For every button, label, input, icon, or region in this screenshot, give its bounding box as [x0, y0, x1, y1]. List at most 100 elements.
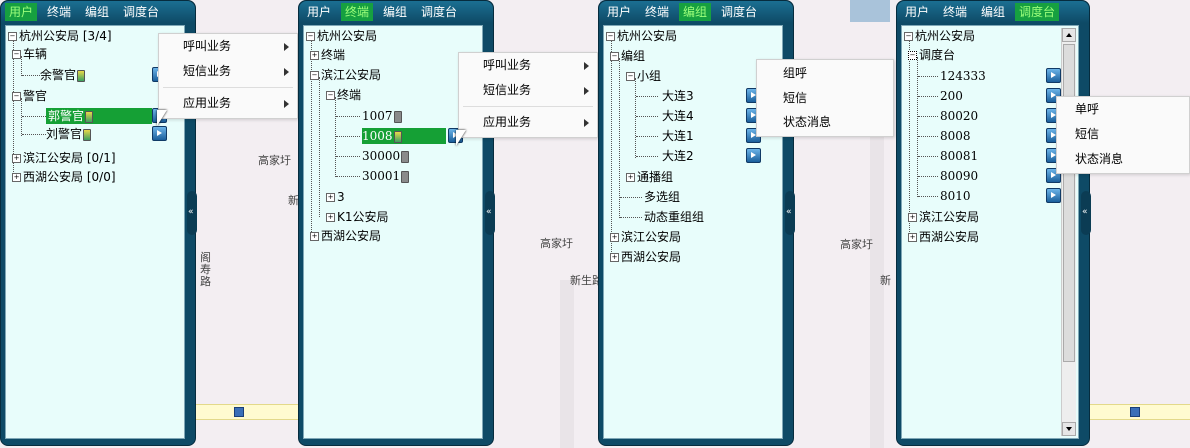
device-icon	[393, 110, 402, 123]
tab-terminal[interactable]: 终端	[43, 3, 75, 21]
tree-node-xihu[interactable]: + 西湖公安局 [0/0]	[12, 169, 116, 185]
panel-collapse-handle[interactable]: «	[1081, 191, 1091, 235]
scroll-up-button[interactable]	[1062, 28, 1076, 42]
scroll-down-button[interactable]	[1062, 422, 1076, 436]
tree-node-xihu[interactable]: + 西湖公安局	[610, 249, 681, 265]
device-icon	[85, 110, 94, 123]
panel-collapse-handle[interactable]: «	[785, 191, 795, 235]
tree-node-binjiang[interactable]: − 滨江公安局	[310, 67, 381, 83]
console-200[interactable]: 200	[940, 88, 963, 104]
group-dalian2[interactable]: 大连2	[662, 148, 694, 164]
panel-tabs: 用户 终端 编组 调度台	[1, 1, 195, 23]
mouse-cursor-icon	[456, 130, 466, 146]
tree-node-vehicle[interactable]: − 车辆	[12, 46, 47, 62]
device-icon	[83, 128, 92, 141]
tab-terminal[interactable]: 终端	[641, 3, 673, 21]
panel-tabs: 用户 终端 编组 调度台	[599, 1, 793, 23]
tab-user[interactable]: 用户	[303, 3, 335, 21]
menu-item-status[interactable]: 状态消息	[1057, 149, 1189, 169]
device-icon	[401, 170, 410, 183]
tree-view: − 杭州公安局 + 终端 − 滨江公安局 − 终端 1007 1008 30000 30…	[303, 25, 483, 439]
tab-group[interactable]: 编组	[81, 3, 113, 21]
tree-node-console[interactable]: − 调度台	[908, 47, 955, 63]
tree-node-xiaozu[interactable]: − 小组	[626, 68, 661, 84]
tree-node-xihu[interactable]: + 西湖公安局	[908, 229, 979, 245]
tab-user[interactable]: 用户	[5, 3, 38, 21]
menu-item-status[interactable]: 状态消息	[757, 112, 893, 132]
console-124333[interactable]: 124333	[940, 68, 986, 84]
panel-collapse-handle[interactable]: «	[485, 191, 495, 235]
menu-item-sms[interactable]: 短信业务	[459, 80, 597, 100]
action-arrow-button[interactable]	[746, 148, 761, 163]
terminal-1007[interactable]: 1007	[362, 108, 402, 124]
tab-console[interactable]: 调度台	[1015, 3, 1060, 21]
tab-console[interactable]: 调度台	[119, 3, 163, 21]
tab-terminal[interactable]: 终端	[341, 3, 374, 21]
map-poi-icon	[1130, 407, 1140, 417]
console-80090[interactable]: 80090	[940, 168, 978, 184]
tree-node-root[interactable]: − 杭州公安局	[606, 28, 677, 44]
action-arrow-button[interactable]	[1046, 68, 1061, 83]
panel-collapse-handle[interactable]: «	[187, 191, 197, 235]
tab-group[interactable]: 编组	[977, 3, 1009, 21]
device-icon	[393, 130, 402, 143]
tree-node-binjiang[interactable]: + 滨江公安局	[908, 209, 979, 225]
console-80020[interactable]: 80020	[940, 108, 978, 124]
tree-node-dynamic[interactable]: 动态重组组	[644, 209, 704, 225]
vertical-scrollbar[interactable]	[1061, 28, 1076, 436]
context-menu: 呼叫业务 短信业务 应用业务	[458, 52, 598, 138]
tree-node-3[interactable]: +3	[326, 189, 345, 205]
tree-node-police[interactable]: − 警官	[12, 88, 47, 104]
terminal-30001[interactable]: 30001	[362, 168, 410, 184]
action-arrow-button[interactable]	[152, 126, 167, 141]
tree-node-multi[interactable]: 多选组	[644, 189, 680, 205]
tab-group[interactable]: 编组	[679, 3, 712, 21]
tab-terminal[interactable]: 终端	[939, 3, 971, 21]
tree-node-group[interactable]: − 编组	[610, 48, 645, 64]
terminal-30000[interactable]: 30000	[362, 148, 410, 164]
tree-node-yu[interactable]: 余警官	[40, 67, 86, 83]
console-8010[interactable]: 8010	[940, 188, 971, 204]
menu-item-app[interactable]: 应用业务	[459, 112, 597, 132]
tree-node-root[interactable]: − 杭州公安局	[904, 28, 975, 44]
group-dalian1[interactable]: 大连1	[662, 128, 694, 144]
tree-node-guo-selected[interactable]: 郭警官	[46, 108, 152, 124]
tree-node-root[interactable]: − 杭州公安局 [3/4]	[8, 28, 112, 44]
tree-node-root[interactable]: − 杭州公安局	[306, 28, 377, 44]
menu-item-group-call[interactable]: 组呼	[757, 63, 893, 83]
tree-node-k1[interactable]: + K1公安局	[326, 209, 389, 225]
tree-node-binjiang[interactable]: + 滨江公安局	[610, 229, 681, 245]
tab-group[interactable]: 编组	[379, 3, 411, 21]
map-place-label: 高家圩	[840, 238, 873, 251]
tree-node-terminal-sub[interactable]: − 终端	[326, 87, 361, 103]
group-dalian4[interactable]: 大连4	[662, 108, 694, 124]
tree-node-broadcast[interactable]: + 通播组	[626, 169, 673, 185]
terminal-1008-selected[interactable]: 1008	[362, 128, 446, 144]
tree-node-liu[interactable]: 刘警官	[46, 126, 92, 142]
water-area	[850, 0, 890, 22]
console-80081[interactable]: 80081	[940, 148, 978, 164]
device-icon	[77, 69, 86, 82]
tree-node-binjiang[interactable]: + 滨江公安局 [0/1]	[12, 150, 116, 166]
tab-user[interactable]: 用户	[603, 3, 635, 21]
tab-console[interactable]: 调度台	[717, 3, 761, 21]
tab-user[interactable]: 用户	[901, 3, 933, 21]
menu-item-call[interactable]: 呼叫业务	[459, 55, 597, 75]
menu-item-app[interactable]: 应用业务	[159, 93, 297, 113]
scroll-thumb[interactable]	[1063, 44, 1075, 362]
action-arrow-button[interactable]	[1046, 188, 1061, 203]
map-poi-label: 阁 寿 路	[200, 251, 211, 288]
group-dalian3[interactable]: 大连3	[662, 88, 694, 104]
tree-node-xihu[interactable]: + 西湖公安局	[310, 228, 381, 244]
tab-console[interactable]: 调度台	[417, 3, 461, 21]
menu-item-sms[interactable]: 短信	[1057, 124, 1189, 144]
console-8008[interactable]: 8008	[940, 128, 971, 144]
menu-item-sms[interactable]: 短信	[757, 88, 893, 108]
tree-node-terminal[interactable]: + 终端	[310, 47, 345, 63]
menu-item-call[interactable]: 呼叫业务	[159, 36, 297, 56]
device-icon	[401, 150, 410, 163]
submenu-arrow-icon	[284, 68, 289, 76]
menu-item-sms[interactable]: 短信业务	[159, 61, 297, 81]
menu-item-single-call[interactable]: 单呼	[1057, 99, 1189, 119]
map-road	[190, 404, 300, 420]
